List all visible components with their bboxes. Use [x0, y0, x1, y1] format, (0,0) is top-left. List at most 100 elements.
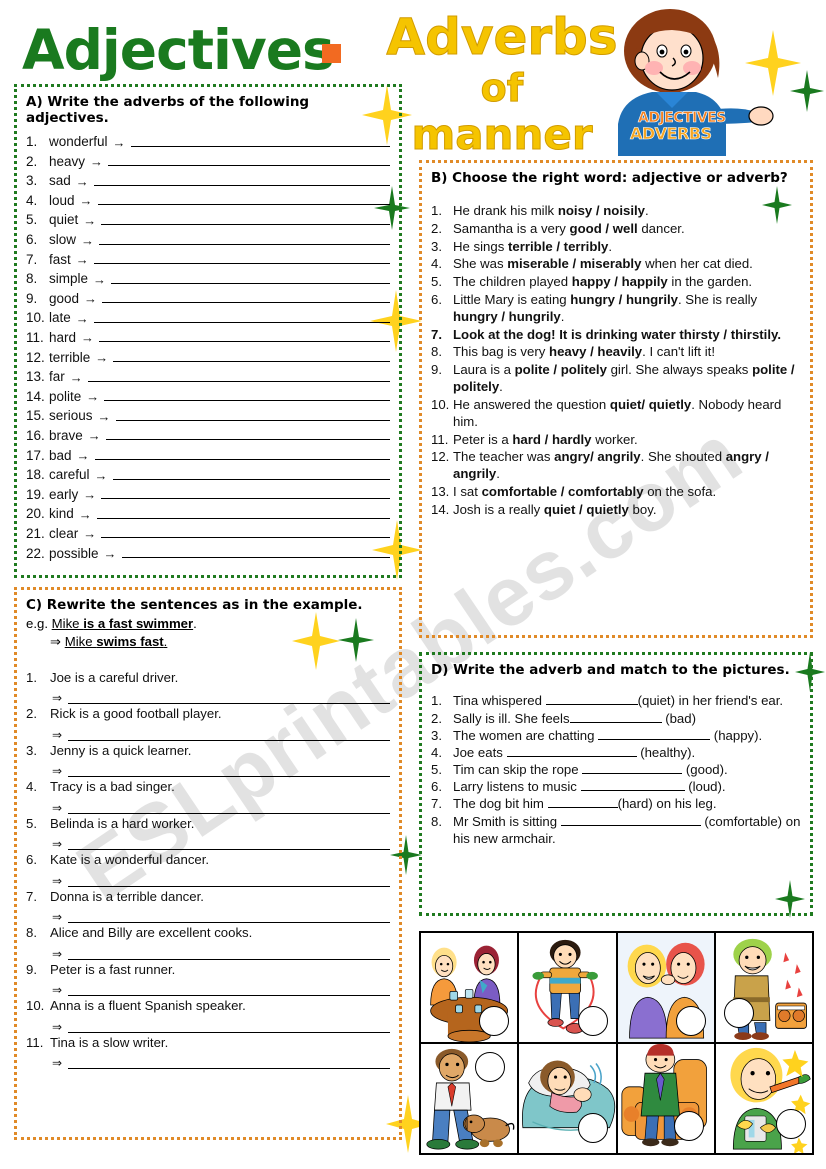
title-adjectives: Adjectives [22, 18, 335, 82]
answer-blank[interactable] [104, 389, 390, 402]
answer-circle[interactable] [673, 1111, 704, 1141]
picture-cell-boy-eating-carrot[interactable] [714, 1043, 813, 1154]
section-d-list: 1. Tina whispered (quiet) in her friend's… [431, 692, 801, 846]
arrow-icon: → [86, 389, 100, 405]
arrow-icon: → [95, 350, 109, 366]
answer-blank[interactable] [68, 1020, 390, 1033]
picture-cell-sick-girl-in-bed[interactable] [518, 1043, 617, 1154]
answer-blank[interactable] [101, 213, 390, 225]
list-item[interactable]: 12. The teacher was angry/ angrily. She s… [431, 448, 801, 482]
answer-blank[interactable] [121, 546, 390, 558]
answer-blank[interactable] [68, 728, 390, 741]
item-text: He drank his milk noisy / noisily. [453, 203, 649, 219]
item-number: 11. [26, 1034, 44, 1050]
answer-blank[interactable] [101, 526, 390, 539]
list-item[interactable]: 7. Look at the dog! It is drinking water … [431, 326, 801, 343]
answer-blank[interactable] [111, 272, 390, 284]
list-item[interactable]: 3. He sings terrible / terribly. [431, 238, 801, 255]
answer-blank[interactable] [97, 193, 390, 206]
answer-blank[interactable] [68, 764, 390, 778]
item-text[interactable]: Larry listens to music (loud). [453, 778, 801, 795]
item-number: 1. [431, 203, 442, 219]
answer-blank[interactable] [68, 1056, 390, 1070]
list-item[interactable]: 6. Little Mary is eating hungry / hungril… [431, 291, 801, 325]
answer-blank[interactable] [115, 409, 390, 421]
answer-blank[interactable] [99, 233, 390, 245]
answer-blank[interactable] [93, 174, 390, 186]
list-item[interactable]: 14. Josh is a really quiet / quietly boy. [431, 501, 801, 518]
list-item[interactable]: 13. I sat comfortable / comfortably on th… [431, 483, 801, 500]
item-word: heavy [49, 153, 86, 169]
answer-blank[interactable] [87, 370, 390, 382]
picture-cell-boy-listening-to-music[interactable] [714, 932, 813, 1043]
arrow-icon: ⇒ [52, 1019, 63, 1034]
answer-blank[interactable] [68, 801, 390, 814]
answer-blank[interactable] [68, 947, 390, 960]
answer-blank[interactable] [96, 507, 390, 519]
item-number: 3. [26, 742, 37, 758]
picture-cell-man-bitten-by-dog[interactable] [420, 1043, 519, 1154]
answer-blank[interactable] [102, 291, 390, 304]
list-item[interactable]: 1. He drank his milk noisy / noisily. [431, 202, 801, 219]
item-text[interactable]: The women are chatting (happy). [453, 727, 801, 744]
list-item[interactable]: 9. Laura is a polite / politely girl. She… [431, 361, 801, 395]
answer-circle[interactable] [723, 998, 754, 1028]
answer-blank[interactable] [113, 350, 390, 363]
answer-blank[interactable] [68, 874, 390, 887]
item-number: 5. [431, 274, 442, 290]
item-number: 6. [431, 291, 442, 307]
item-number: 2. [431, 710, 442, 726]
item-text[interactable]: Sally is ill. She feels (bad) [453, 710, 801, 727]
item-number: 11. [431, 431, 449, 447]
answer-blank[interactable] [68, 691, 390, 705]
list-item: 3. sad → [26, 168, 390, 188]
list-item[interactable]: 5. The children played happy / happily in… [431, 273, 801, 290]
list-item: 12. terrible → [26, 344, 390, 364]
item-text[interactable]: The dog bit him (hard) on his leg. [453, 795, 801, 812]
answer-circle[interactable] [577, 1006, 608, 1036]
arrow-icon: → [94, 467, 108, 483]
answer-blank[interactable] [68, 983, 390, 997]
answer-blank[interactable] [101, 487, 390, 500]
answer-circle[interactable] [675, 1006, 706, 1036]
list-item[interactable]: 4. She was miserable / miserably when her… [431, 255, 801, 272]
picture-cell-two-women-whispering[interactable] [616, 932, 715, 1043]
answer-circle[interactable] [577, 1113, 608, 1143]
item-text[interactable]: Mr Smith is sitting (comfortable) on his… [453, 813, 801, 847]
answer-blank[interactable] [68, 910, 390, 924]
item-number: 19. [26, 486, 45, 502]
answer-blank[interactable] [93, 252, 390, 265]
answer-blank[interactable] [105, 428, 390, 441]
item-text[interactable]: Tim can skip the rope (good). [453, 761, 801, 778]
answer-circle[interactable] [776, 1109, 806, 1139]
answer-blank[interactable] [112, 468, 390, 480]
item-word: early [49, 486, 79, 502]
picture-cell-women-chatting-at-table[interactable] [420, 932, 519, 1043]
item-word: kind [49, 506, 74, 522]
list-item[interactable]: 2. Samantha is a very good / well dancer. [431, 220, 801, 237]
example-line-1: e.g. Mike is a fast swimmer. [26, 616, 197, 632]
answer-blank[interactable] [99, 330, 390, 343]
answer-blank[interactable] [94, 448, 390, 461]
answer-blank[interactable] [68, 837, 390, 851]
item-number: 11. [26, 329, 44, 345]
item-text[interactable]: Joe eats (healthy). [453, 744, 801, 761]
arrow-icon: → [78, 506, 92, 522]
list-item[interactable]: 10. He answered the question quiet/ quiet… [431, 396, 801, 430]
list-item: 3. The women are chatting (happy). [431, 727, 801, 744]
list-item: 8. Alice and Billy are excellent cooks. ⇒ [26, 925, 390, 962]
item-sentence: Anna is a fluent Spanish speaker. [50, 998, 246, 1014]
item-word: good [49, 290, 80, 306]
item-number: 7. [431, 326, 442, 342]
item-text[interactable]: Tina whispered (quiet) in her friend's e… [453, 692, 801, 709]
item-number: 10. [26, 310, 45, 326]
list-item[interactable]: 11. Peter is a hard / hardly worker. [431, 431, 801, 448]
answer-blank[interactable] [93, 311, 390, 323]
picture-cell-man-sitting-in-armchair[interactable] [616, 1043, 715, 1154]
picture-cell-boy-skipping-rope[interactable] [518, 932, 617, 1043]
answer-blank[interactable] [108, 154, 390, 167]
item-word: wonderful [49, 134, 108, 150]
list-item: 18. careful → [26, 462, 390, 482]
answer-blank[interactable] [130, 135, 390, 147]
list-item[interactable]: 8. This bag is very heavy / heavily. I ca… [431, 343, 801, 360]
